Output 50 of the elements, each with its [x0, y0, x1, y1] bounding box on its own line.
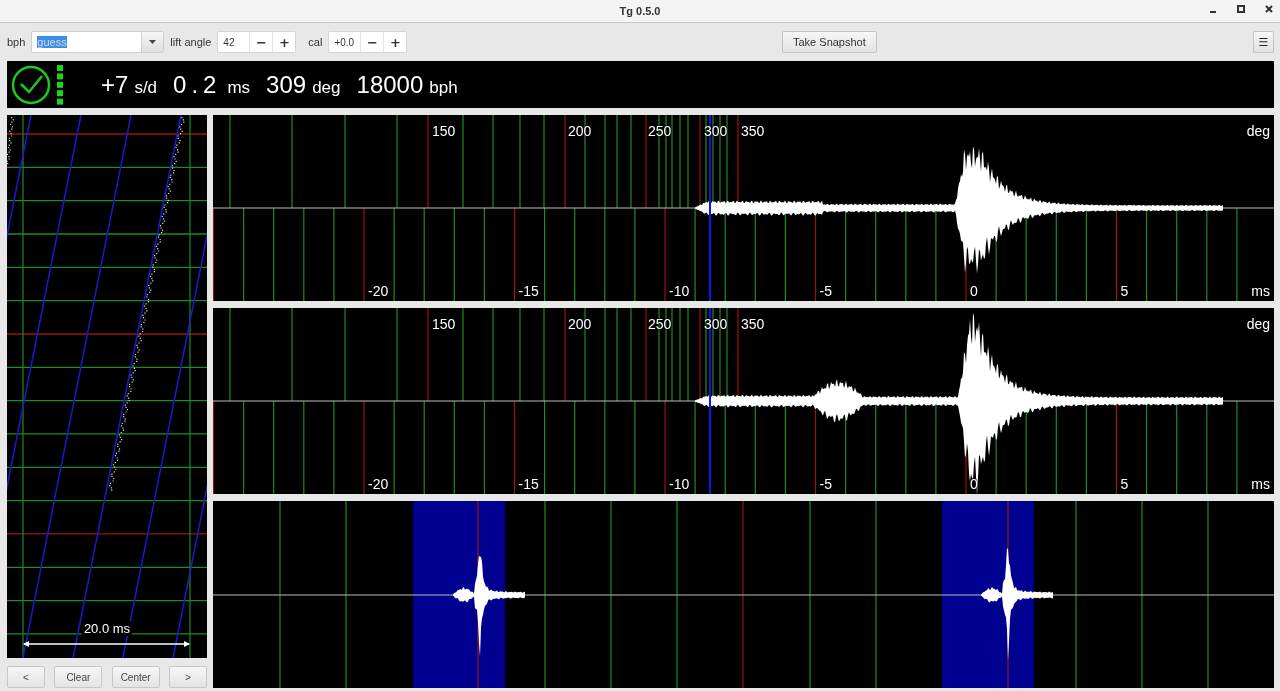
bph-value: guess [37, 36, 67, 48]
time-label: -15 [518, 476, 539, 492]
time-label: 0 [970, 283, 978, 299]
degree-label: 350 [741, 316, 765, 332]
maximize-icon[interactable] [1236, 4, 1246, 14]
reading-unit: ms [227, 77, 251, 98]
signal-level-icon [57, 64, 65, 105]
degree-label: 250 [648, 123, 672, 139]
menu-button[interactable]: ☰ [1253, 31, 1274, 53]
time-label: -20 [368, 283, 389, 299]
time-label: -20 [368, 476, 389, 492]
time-label: -15 [518, 283, 539, 299]
bph-label: bph [7, 36, 26, 48]
reading-unit: bph [429, 77, 458, 98]
time-label: -5 [819, 283, 832, 299]
time-label: -10 [669, 283, 690, 299]
scale-label: 20.0 ms [81, 621, 133, 636]
window-title: Tg 0.5.0 [619, 5, 661, 17]
reading-value: +7 [101, 70, 129, 99]
reading-value: 309 [266, 70, 307, 99]
time-label: -5 [819, 476, 832, 492]
degree-unit: deg [1246, 316, 1270, 332]
time-label: 0 [970, 476, 978, 492]
time-label: -10 [669, 476, 690, 492]
cal-label: cal [308, 36, 323, 48]
degree-label: 150 [432, 123, 456, 139]
take-snapshot-button[interactable]: Take Snapshot [782, 31, 877, 53]
reading-value: 0.2 [173, 70, 222, 99]
degree-label: 200 [568, 123, 592, 139]
close-icon[interactable] [1264, 4, 1274, 14]
clock-icon [11, 64, 51, 105]
dropdown-button[interactable] [141, 32, 164, 52]
degree-label: 150 [432, 316, 456, 332]
time-unit: ms [1251, 476, 1270, 492]
next-button[interactable]: > [169, 666, 207, 688]
degree-unit: deg [1246, 123, 1270, 139]
reading-unit: deg [312, 77, 341, 98]
degree-label: 350 [741, 123, 765, 139]
time-label: 5 [1120, 283, 1129, 299]
time-unit: ms [1251, 283, 1270, 299]
reading-unit: s/d [134, 77, 158, 98]
lift-angle-label: lift angle [170, 36, 212, 48]
time-label: 5 [1120, 476, 1129, 492]
previous-button[interactable]: < [7, 666, 45, 688]
caret-icon [149, 40, 157, 44]
degree-label: 250 [648, 316, 672, 332]
reading-value: 18000 [356, 70, 424, 99]
degree-label: 200 [568, 316, 592, 332]
center-button[interactable]: Center [111, 666, 160, 688]
clear-button[interactable]: Clear [54, 666, 103, 688]
